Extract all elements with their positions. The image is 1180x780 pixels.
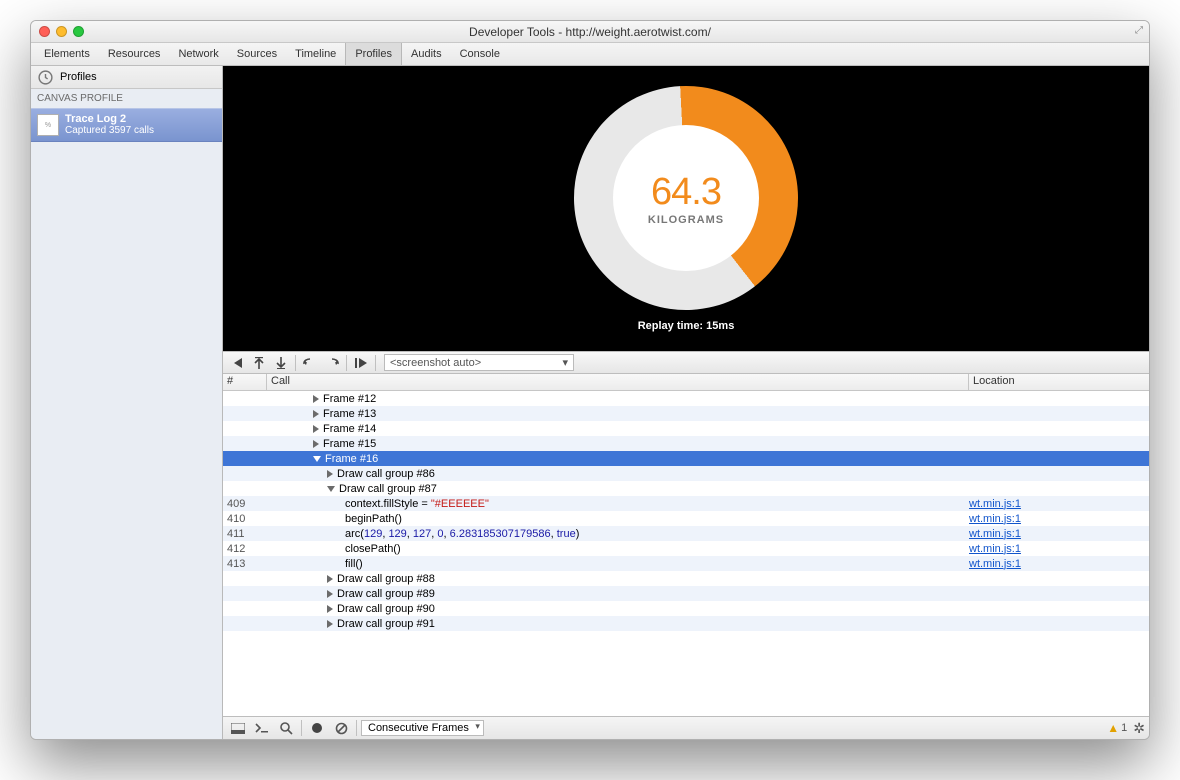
tab-timeline[interactable]: Timeline [286, 43, 345, 65]
tab-console[interactable]: Console [451, 43, 509, 65]
warning-icon: ▲ [1107, 721, 1119, 735]
step-out-button[interactable] [249, 354, 269, 372]
table-row[interactable]: 412closePath()wt.min.js:1 [223, 541, 1149, 556]
record-icon[interactable] [306, 719, 328, 737]
trace-table[interactable]: Frame #12Frame #13Frame #14Frame #15Fram… [223, 391, 1149, 716]
table-row[interactable]: Frame #16 [223, 451, 1149, 466]
trace-log-subtitle: Captured 3597 calls [65, 125, 154, 137]
play-button[interactable] [351, 354, 371, 372]
replay-toolbar: <screenshot auto>▾ [223, 351, 1149, 374]
table-row[interactable]: Frame #12 [223, 391, 1149, 406]
sidebar: Profiles CANVAS PROFILE % Trace Log 2 Ca… [31, 66, 223, 739]
main-panel: 64.3 KILOGRAMS Replay time: 15ms [223, 66, 1149, 739]
window-title: Developer Tools - http://weight.aerotwis… [31, 25, 1149, 39]
titlebar: Developer Tools - http://weight.aerotwis… [31, 21, 1149, 43]
source-link[interactable]: wt.min.js:1 [969, 513, 1021, 525]
col-location[interactable]: Location [969, 374, 1149, 390]
step-in-button[interactable] [271, 354, 291, 372]
profiles-icon [37, 69, 54, 86]
first-call-button[interactable] [227, 354, 247, 372]
tab-network[interactable]: Network [169, 43, 227, 65]
settings-icon[interactable]: ✲ [1133, 720, 1145, 737]
table-header: # Call Location [223, 374, 1149, 391]
tab-resources[interactable]: Resources [99, 43, 170, 65]
trace-log-icon: % [37, 114, 59, 136]
search-icon[interactable] [275, 719, 297, 737]
frames-dropdown[interactable]: Consecutive Frames [361, 720, 484, 736]
sidebar-header: Profiles [31, 66, 222, 89]
table-row[interactable]: 409context.fillStyle = "#EEEEEE"wt.min.j… [223, 496, 1149, 511]
screenshot-dropdown[interactable]: <screenshot auto>▾ [384, 354, 574, 371]
source-link[interactable]: wt.min.js:1 [969, 558, 1021, 570]
prev-draw-button[interactable] [300, 354, 320, 372]
tab-elements[interactable]: Elements [35, 43, 99, 65]
devtools-window: Developer Tools - http://weight.aerotwis… [30, 20, 1150, 740]
status-bar: Consecutive Frames ▲ 1 ✲ [223, 716, 1149, 739]
tab-audits[interactable]: Audits [402, 43, 451, 65]
dock-icon[interactable] [227, 719, 249, 737]
tab-sources[interactable]: Sources [228, 43, 286, 65]
table-row[interactable]: Draw call group #88 [223, 571, 1149, 586]
canvas-preview: 64.3 KILOGRAMS Replay time: 15ms [223, 66, 1149, 351]
table-row[interactable]: Draw call group #91 [223, 616, 1149, 631]
gauge-value: 64.3 [651, 170, 721, 213]
trace-log-title: Trace Log 2 [65, 113, 154, 125]
sidebar-item-trace-log[interactable]: % Trace Log 2 Captured 3597 calls [31, 108, 222, 142]
source-link[interactable]: wt.min.js:1 [969, 498, 1021, 510]
table-row[interactable]: Draw call group #89 [223, 586, 1149, 601]
panel-tabs: ElementsResourcesNetworkSourcesTimelineP… [31, 43, 1149, 66]
sidebar-group-label: CANVAS PROFILE [31, 89, 222, 108]
sidebar-title: Profiles [60, 71, 97, 83]
warning-count[interactable]: ▲ 1 [1107, 721, 1127, 735]
table-row[interactable]: 411arc(129, 129, 127, 0, 6.2831853071795… [223, 526, 1149, 541]
next-draw-button[interactable] [322, 354, 342, 372]
source-link[interactable]: wt.min.js:1 [969, 543, 1021, 555]
clear-icon[interactable] [330, 719, 352, 737]
gauge-ring: 64.3 KILOGRAMS [568, 80, 803, 315]
table-row[interactable]: Frame #15 [223, 436, 1149, 451]
table-row[interactable]: Frame #14 [223, 421, 1149, 436]
gauge-unit: KILOGRAMS [648, 213, 724, 225]
col-number[interactable]: # [223, 374, 267, 390]
table-row[interactable]: Frame #13 [223, 406, 1149, 421]
table-row[interactable]: Draw call group #87 [223, 481, 1149, 496]
replay-time: Replay time: 15ms [638, 320, 735, 332]
tab-profiles[interactable]: Profiles [345, 43, 402, 65]
table-row[interactable]: 410beginPath()wt.min.js:1 [223, 511, 1149, 526]
table-row[interactable]: Draw call group #90 [223, 601, 1149, 616]
expand-icon[interactable]: ⤢ [1135, 25, 1143, 36]
console-icon[interactable] [251, 719, 273, 737]
table-row[interactable]: 413fill()wt.min.js:1 [223, 556, 1149, 571]
source-link[interactable]: wt.min.js:1 [969, 528, 1021, 540]
table-row[interactable]: Draw call group #86 [223, 466, 1149, 481]
col-call[interactable]: Call [267, 374, 969, 390]
